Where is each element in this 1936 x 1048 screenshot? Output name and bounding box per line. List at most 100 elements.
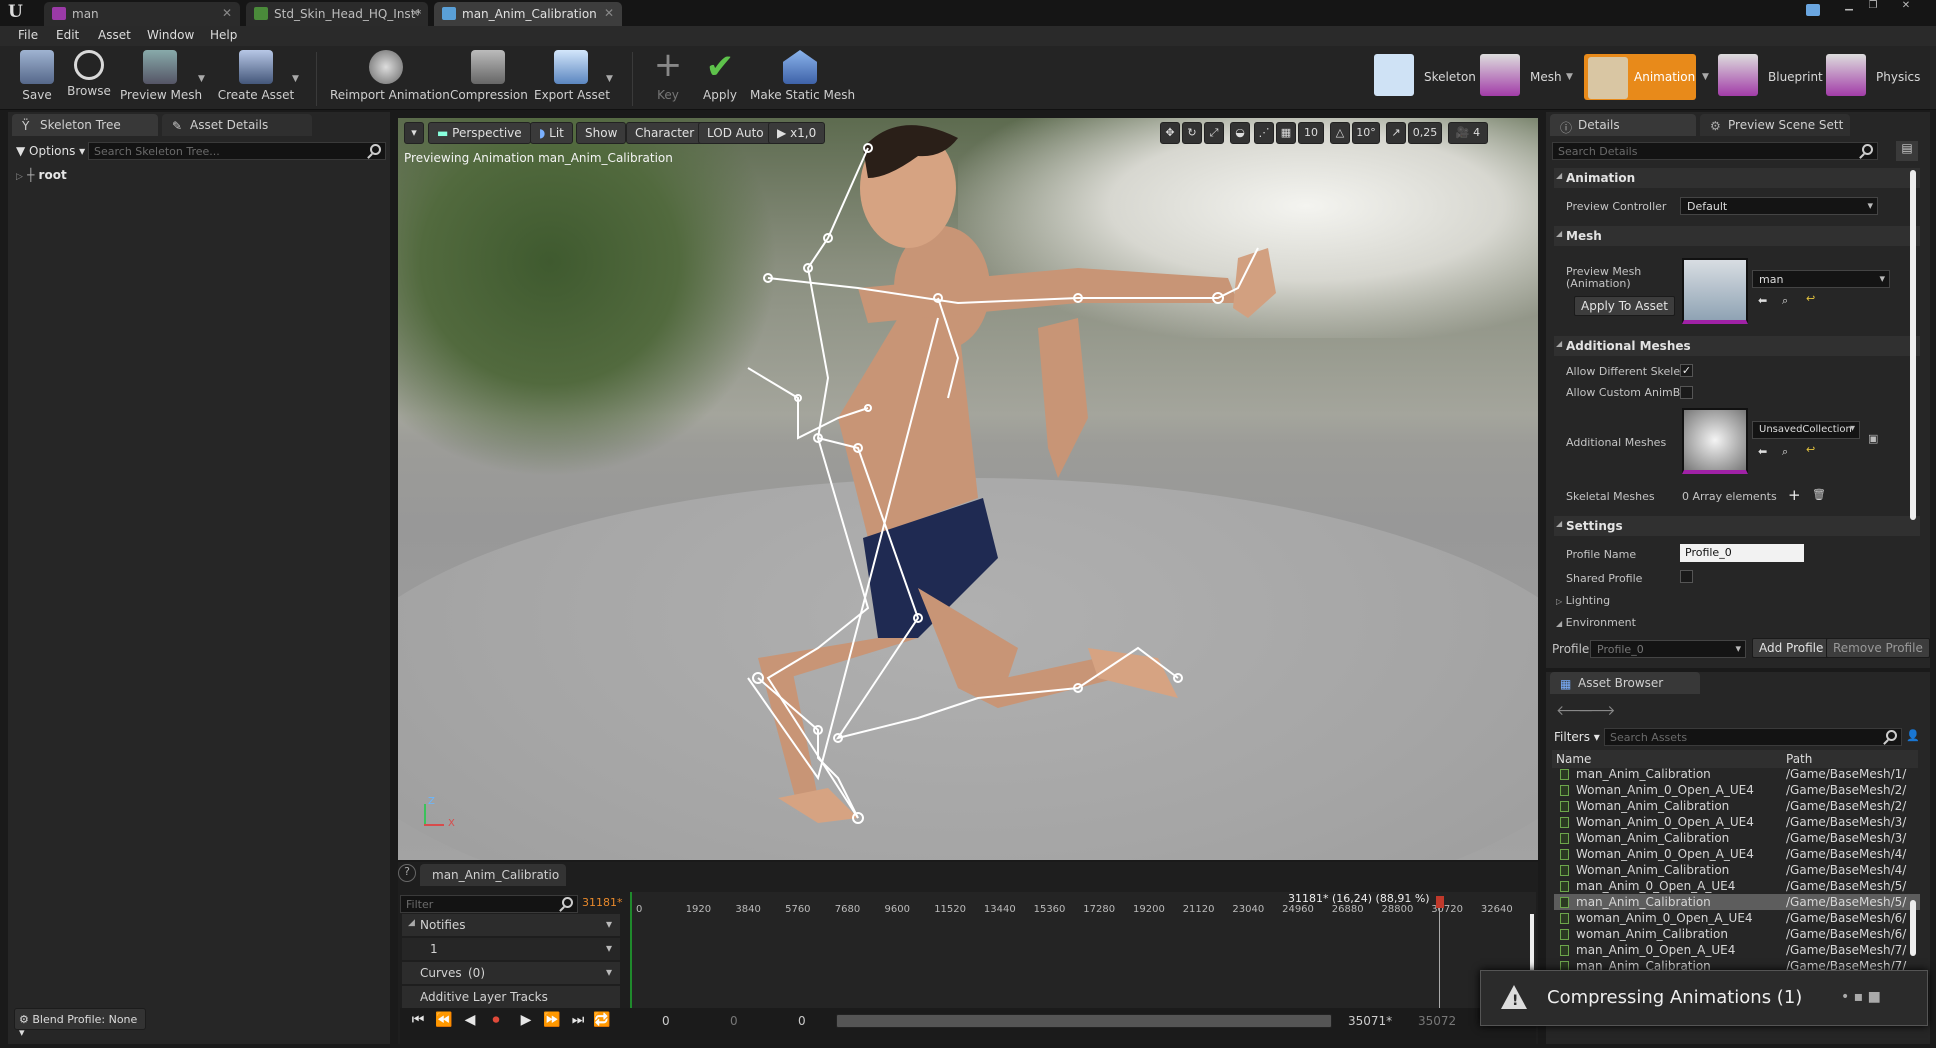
timeline-scrollbar[interactable] — [1530, 914, 1534, 970]
asset-row[interactable]: Woman_Anim_Calibration/Game/BaseMesh/3/ — [1554, 830, 1920, 846]
preview-mesh-button[interactable]: Preview Mesh — [120, 50, 202, 108]
chevron-down-icon[interactable]: ▼ — [606, 74, 613, 84]
blend-profile-dropdown[interactable]: ⚙ Blend Profile: None ▾ — [14, 1008, 146, 1039]
use-selected-icon[interactable]: ⬅ — [1758, 445, 1767, 458]
mode-mesh-button[interactable]: Mesh — [1480, 54, 1576, 100]
chevron-down-icon[interactable]: ▾ — [606, 965, 612, 979]
mode-blueprint-button[interactable]: Blueprint — [1718, 54, 1824, 100]
create-asset-button[interactable]: Create Asset — [216, 50, 296, 108]
step-back-icon[interactable]: ⏪ — [434, 1012, 454, 1032]
apply-to-asset-button[interactable]: Apply To Asset — [1574, 296, 1675, 316]
menu-help[interactable]: Help — [210, 28, 237, 42]
camera-speed-dropdown[interactable]: 🎥 4 — [1448, 122, 1488, 144]
playback-speed-button[interactable]: ▶ x1,0 — [768, 122, 826, 144]
mode-animation-button[interactable]: Animation — [1584, 54, 1696, 100]
mode-physics-button[interactable]: Physics — [1826, 54, 1928, 100]
compression-button[interactable]: Compression — [450, 50, 528, 108]
asset-row[interactable]: man_Anim_0_Open_A_UE4/Game/BaseMesh/7/ — [1554, 942, 1920, 958]
category-additional-meshes[interactable]: Additional Meshes — [1554, 336, 1920, 356]
viewport[interactable]: ▾ ▬ Perspective ◗ Lit Show Character LOD… — [398, 118, 1538, 860]
step-forward-icon[interactable]: ⏩ — [542, 1012, 562, 1032]
allow-custom-animbp-checkbox[interactable] — [1680, 386, 1693, 399]
apply-button[interactable]: ✔ Apply — [698, 50, 742, 108]
options-dropdown[interactable]: ▼ Options ▾ — [16, 144, 85, 158]
tab-anim-calibration[interactable]: man_Anim_Calibration ✕ — [434, 2, 622, 26]
help-icon[interactable]: ? — [398, 864, 416, 882]
use-selected-icon[interactable]: ⬅ — [1758, 294, 1767, 307]
mode-skeleton-button[interactable]: Skeleton — [1374, 54, 1476, 100]
asset-row[interactable]: Woman_Anim_0_Open_A_UE4/Game/BaseMesh/2/ — [1554, 782, 1920, 798]
chevron-down-icon[interactable]: ▼ — [1566, 72, 1573, 82]
playhead-handle[interactable] — [1436, 896, 1444, 908]
chevron-down-icon[interactable]: ▼ — [1702, 72, 1709, 82]
range-end[interactable]: 35071* — [1348, 1014, 1392, 1028]
view-options-icon[interactable]: ▤ — [1896, 141, 1918, 161]
asset-row[interactable]: Woman_Anim_0_Open_A_UE4/Game/BaseMesh/3/ — [1554, 814, 1920, 830]
details-scrollbar[interactable] — [1910, 170, 1916, 520]
close-icon[interactable]: ✕ — [410, 6, 420, 20]
additional-meshes-thumbnail[interactable] — [1682, 408, 1748, 474]
menu-edit[interactable]: Edit — [56, 28, 79, 42]
view-start[interactable]: 0 — [730, 1014, 738, 1028]
tab-details[interactable]: ⓘ Details — [1550, 114, 1696, 136]
record-icon[interactable]: ⏺ — [486, 1012, 506, 1032]
details-search-input[interactable]: Search Details — [1552, 142, 1878, 160]
category-settings[interactable]: Settings — [1554, 516, 1920, 536]
translate-icon[interactable]: ✥ — [1160, 122, 1180, 144]
range-max[interactable]: 35072 — [1418, 1014, 1456, 1028]
scale-snap-icon[interactable]: ↗ — [1386, 122, 1406, 144]
tab-preview-scene[interactable]: ⚙ Preview Scene Sett — [1700, 114, 1850, 136]
tab-timeline[interactable]: man_Anim_Calibratio — [420, 864, 566, 886]
menu-window[interactable]: Window — [147, 28, 194, 42]
chevron-down-icon[interactable]: ▾ — [606, 917, 612, 931]
chevron-down-icon[interactable]: ▾ — [606, 941, 612, 955]
lit-button[interactable]: ◗ Lit — [530, 122, 573, 144]
reset-icon[interactable]: ↩ — [1806, 292, 1815, 305]
restore-icon[interactable]: ❐ — [1862, 0, 1884, 14]
surface-snap-icon[interactable]: ⋰ — [1254, 122, 1274, 144]
export-asset-button[interactable]: Export Asset — [534, 50, 610, 108]
menu-file[interactable]: File — [18, 28, 38, 42]
column-path-header[interactable]: Path — [1786, 752, 1812, 766]
preview-mesh-thumbnail[interactable] — [1682, 258, 1748, 324]
chevron-down-icon[interactable]: ▼ — [198, 74, 205, 84]
play-icon[interactable]: ▶ — [516, 1012, 536, 1032]
key-button[interactable]: + Key — [646, 48, 690, 108]
column-name-header[interactable]: Name — [1556, 752, 1591, 766]
additive-track[interactable]: Additive Layer Tracks — [402, 986, 620, 1008]
lighting-row[interactable]: ▷ Lighting — [1556, 594, 1610, 607]
filters-dropdown[interactable]: Filters ▾ — [1554, 730, 1600, 744]
close-window-icon[interactable]: ✕ — [1886, 0, 1926, 14]
character-preview[interactable] — [398, 118, 1538, 860]
trash-icon[interactable]: 🗑 — [1812, 488, 1826, 501]
angle-size-dropdown[interactable]: 10° — [1352, 122, 1380, 144]
timeline-range-slider[interactable] — [836, 1014, 1332, 1028]
curves-track[interactable]: Curves (0) ▾ — [402, 962, 620, 984]
shared-profile-checkbox[interactable] — [1680, 570, 1693, 583]
save-button[interactable]: Save — [14, 50, 60, 108]
browse-button[interactable]: Browse — [66, 50, 112, 108]
preview-controller-dropdown[interactable]: Default — [1680, 197, 1878, 215]
reset-icon[interactable]: ↩ — [1806, 443, 1815, 456]
tree-item-root[interactable]: ▷ ┼ root — [16, 168, 67, 182]
rotate-icon[interactable]: ↻ — [1182, 122, 1202, 144]
notifies-track[interactable]: ◢ Notifies ▾ — [402, 914, 620, 936]
tab-skin-head[interactable]: Std_Skin_Head_HQ_Inst* ✕ — [246, 2, 428, 26]
timeline-filter-input[interactable]: Filter — [400, 895, 578, 913]
grid-size-dropdown[interactable]: 10 — [1298, 122, 1324, 144]
asset-row[interactable]: Woman_Anim_0_Open_A_UE4/Game/BaseMesh/4/ — [1554, 846, 1920, 862]
browse-icon[interactable]: ⌕ — [1782, 294, 1788, 308]
scale-size-dropdown[interactable]: 0,25 — [1408, 122, 1442, 144]
asset-list-scrollbar[interactable] — [1910, 900, 1916, 956]
asset-row[interactable]: Woman_Anim_Calibration/Game/BaseMesh/4/ — [1554, 862, 1920, 878]
close-icon[interactable]: ✕ — [604, 6, 614, 20]
loop-icon[interactable]: 🔁 — [592, 1012, 612, 1032]
profile-name-input[interactable]: Profile_0 — [1680, 544, 1804, 562]
working-start[interactable]: 0 — [798, 1014, 806, 1028]
notify-track-1[interactable]: 1 ▾ — [402, 938, 620, 960]
chevron-down-icon[interactable]: ▼ — [292, 74, 299, 84]
forward-arrow-icon[interactable]: 🡒 — [1578, 702, 1616, 719]
user-icon[interactable]: 👤 — [1906, 729, 1920, 742]
allow-different-skeleton-checkbox[interactable]: ✓ — [1680, 364, 1693, 377]
tab-asset-browser[interactable]: ▦ Asset Browser — [1550, 672, 1700, 694]
